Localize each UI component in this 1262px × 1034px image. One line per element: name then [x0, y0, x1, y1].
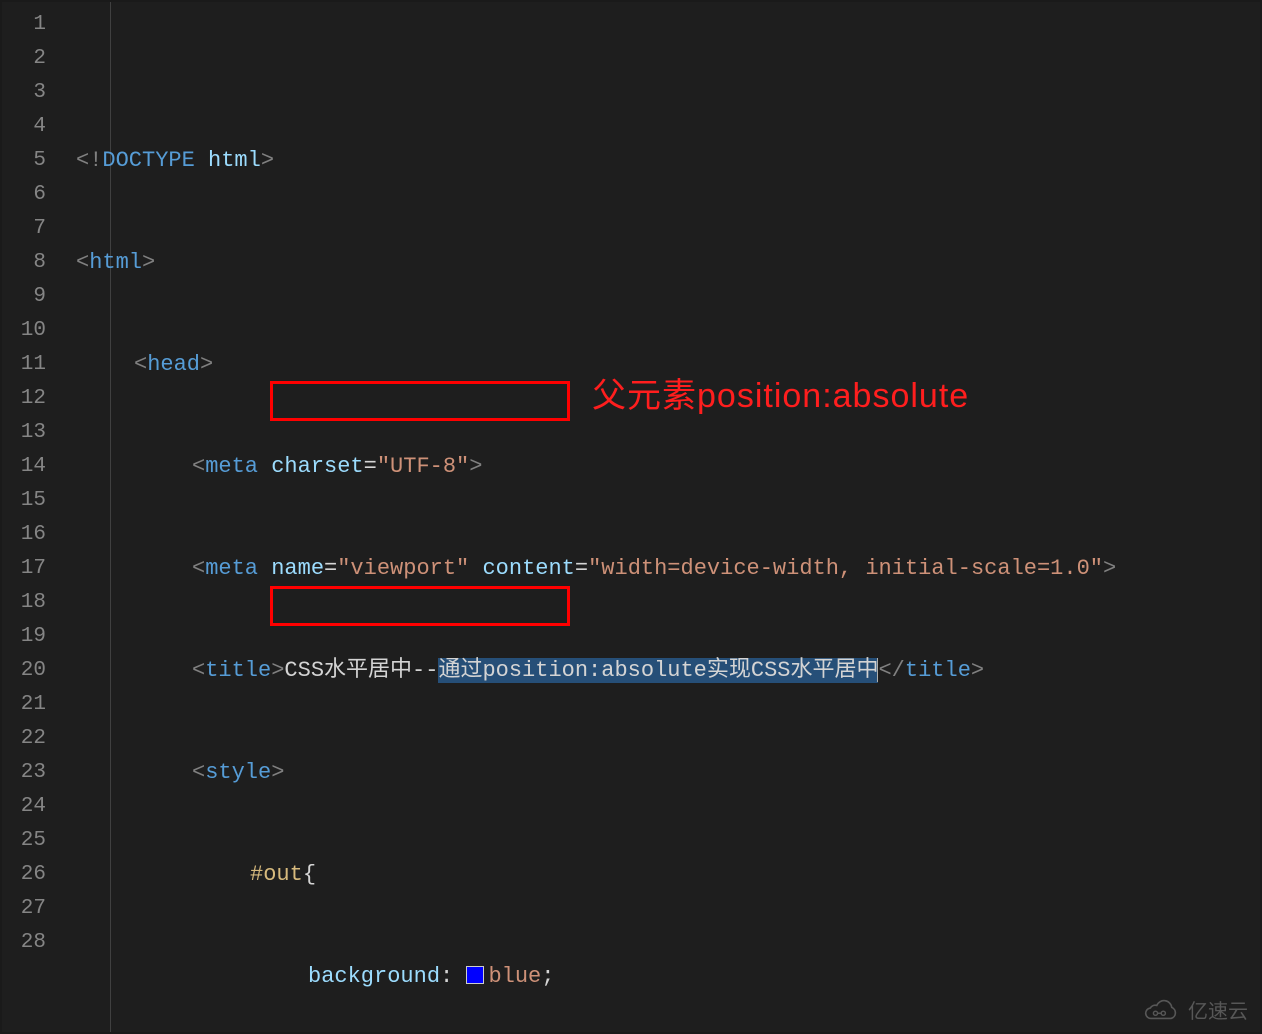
line-number: 18 [2, 586, 46, 620]
line-number: 20 [2, 654, 46, 688]
code-editor[interactable]: 1234567891011121314151617181920212223242… [0, 0, 1262, 1034]
highlight-box [270, 381, 570, 421]
code-area[interactable]: <!DOCTYPE html> <html> <head> <meta char… [52, 2, 1260, 1032]
line-number: 19 [2, 620, 46, 654]
line-number: 12 [2, 382, 46, 416]
line-number: 28 [2, 926, 46, 960]
code-line[interactable]: #out{ [76, 858, 1260, 892]
code-line[interactable]: <!DOCTYPE html> [76, 144, 1260, 178]
line-number: 23 [2, 756, 46, 790]
line-number: 25 [2, 824, 46, 858]
line-number: 8 [2, 246, 46, 280]
code-line[interactable]: <html> [76, 246, 1260, 280]
line-number: 15 [2, 484, 46, 518]
code-line[interactable]: <meta name="viewport" content="width=dev… [76, 552, 1260, 586]
line-number: 27 [2, 892, 46, 926]
annotation-text: 父元素position:absolute [592, 379, 969, 413]
line-number: 7 [2, 212, 46, 246]
line-number: 22 [2, 722, 46, 756]
line-number: 5 [2, 144, 46, 178]
code-line[interactable]: <meta charset="UTF-8"> [76, 450, 1260, 484]
line-number: 10 [2, 314, 46, 348]
line-number: 9 [2, 280, 46, 314]
code-line[interactable]: background: blue; [76, 960, 1260, 994]
cloud-icon [1142, 997, 1182, 1023]
watermark-text: 亿速云 [1188, 995, 1248, 1024]
line-number: 24 [2, 790, 46, 824]
line-number: 3 [2, 76, 46, 110]
line-number: 14 [2, 450, 46, 484]
selected-text: 通过position:absolute实现CSS水平居中 [438, 658, 878, 683]
line-number: 6 [2, 178, 46, 212]
line-number: 11 [2, 348, 46, 382]
line-number-gutter: 1234567891011121314151617181920212223242… [2, 2, 52, 1032]
line-number: 17 [2, 552, 46, 586]
code-line[interactable]: <style> [76, 756, 1260, 790]
line-number: 2 [2, 42, 46, 76]
line-number: 4 [2, 110, 46, 144]
line-number: 1 [2, 8, 46, 42]
code-line[interactable]: <title>CSS水平居中--通过position:absolute实现CSS… [76, 654, 1260, 688]
line-number: 21 [2, 688, 46, 722]
line-number: 13 [2, 416, 46, 450]
color-swatch-blue [466, 966, 484, 984]
highlight-box [270, 586, 570, 626]
line-number: 16 [2, 518, 46, 552]
watermark: 亿速云 [1142, 995, 1248, 1024]
line-number: 26 [2, 858, 46, 892]
